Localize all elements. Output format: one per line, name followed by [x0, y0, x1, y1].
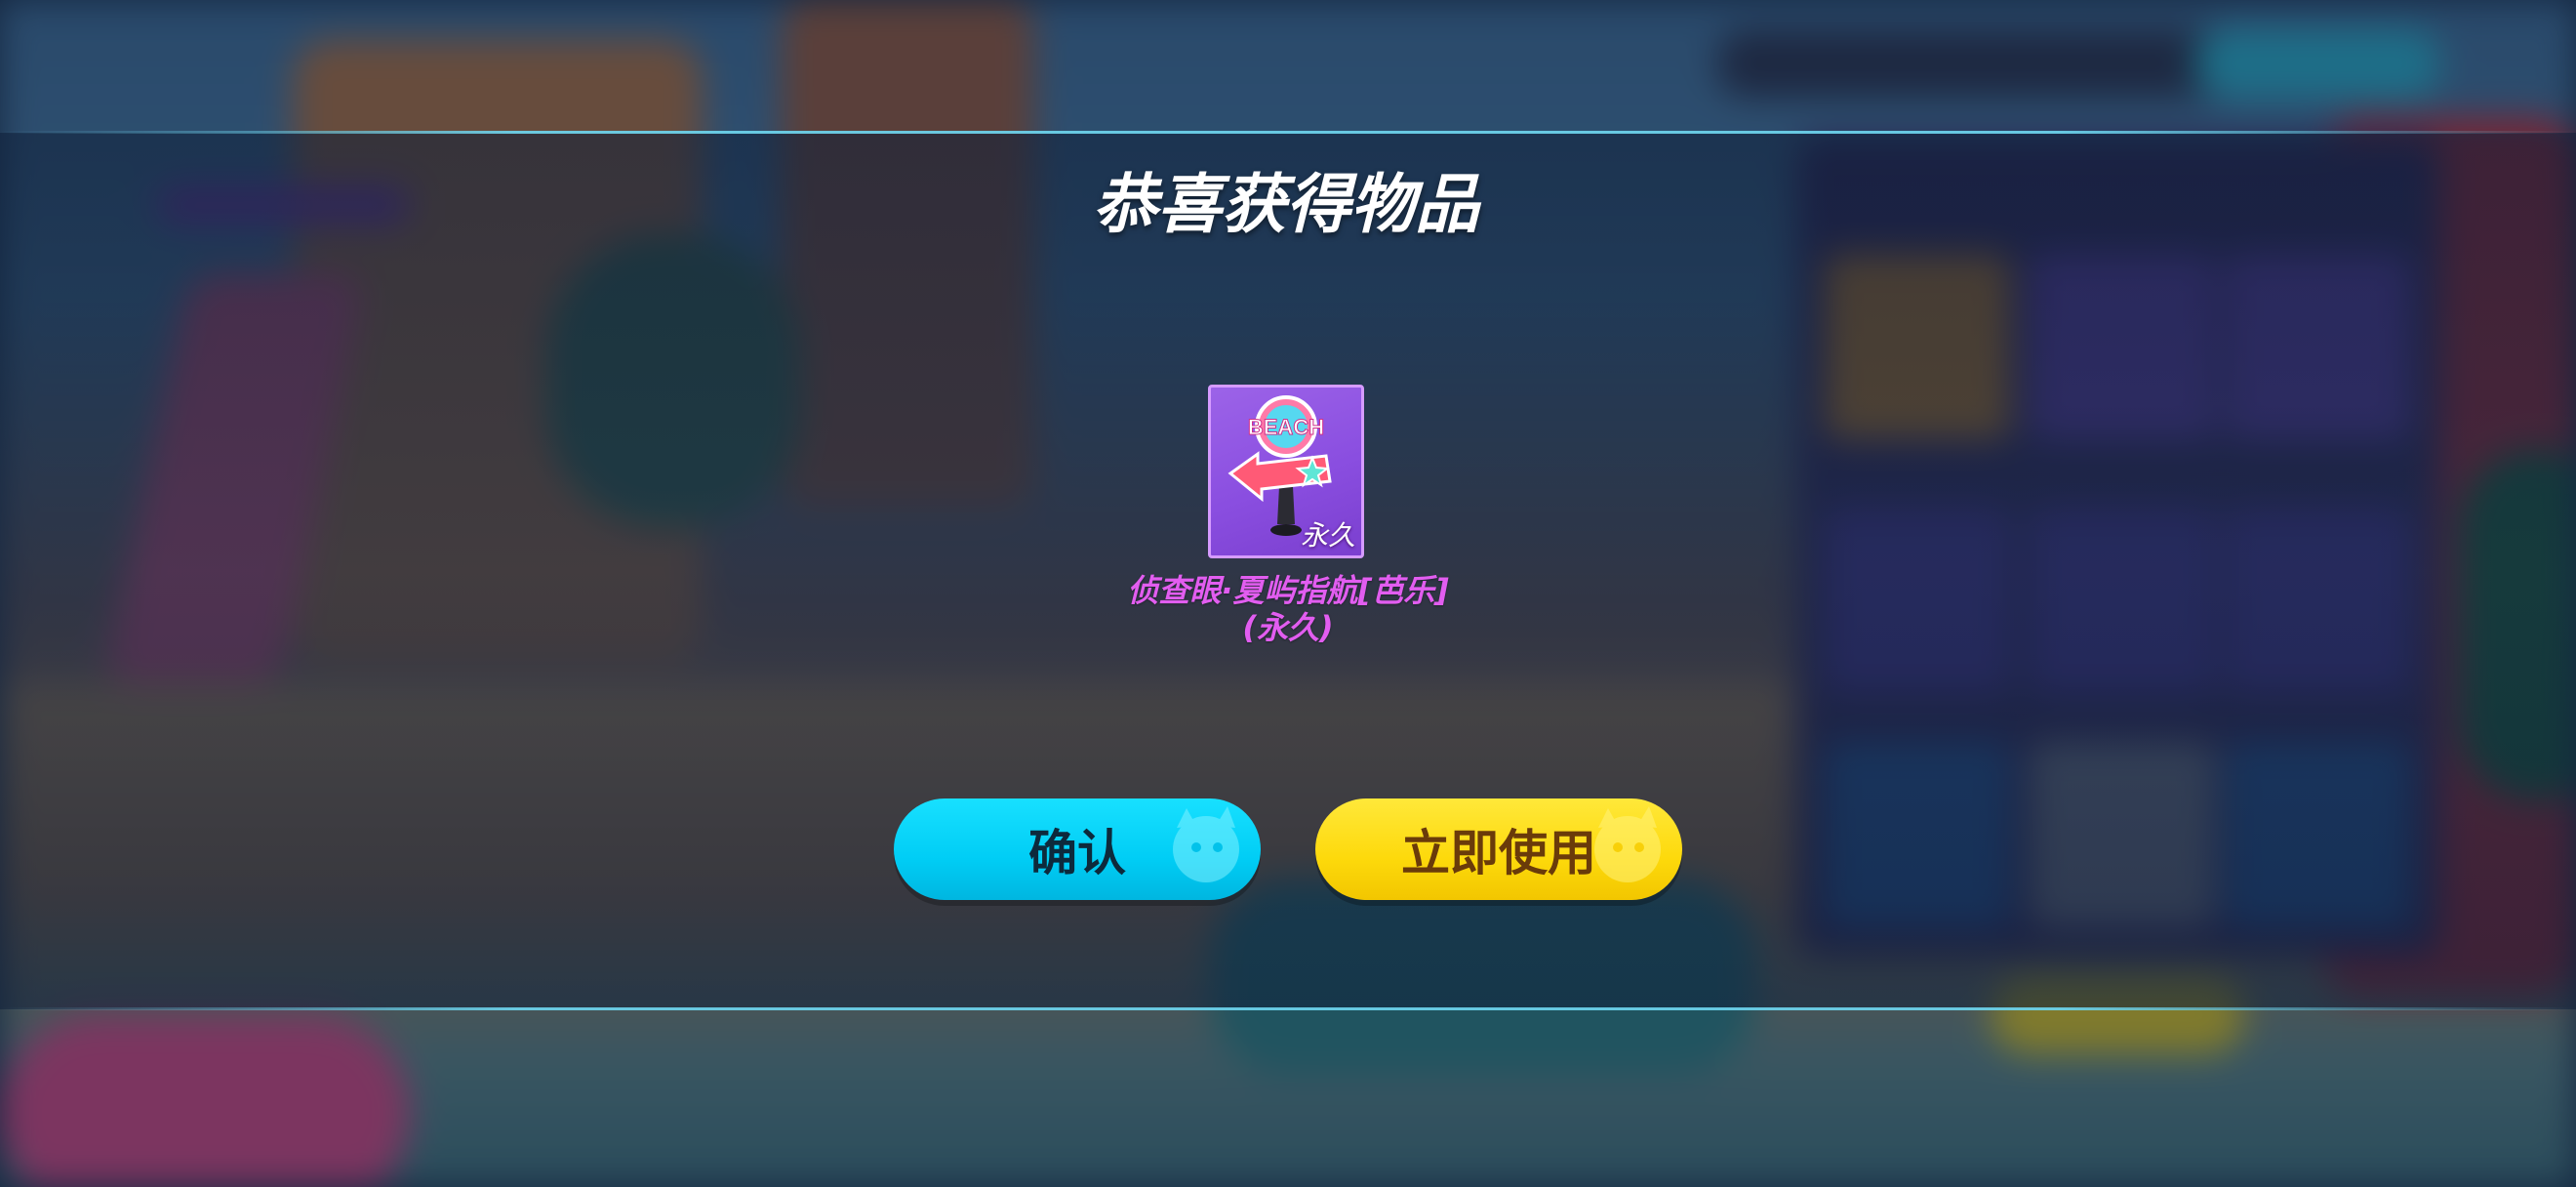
reward-dialog-band	[0, 133, 2576, 1009]
use-now-button[interactable]: 立即使用	[1315, 798, 1682, 900]
reward-item-name-line: 侦查眼·夏屿指航[芭乐]	[1127, 572, 1449, 609]
dialog-title: 恭喜获得物品	[1093, 167, 1479, 242]
beach-badge-text: BEACH	[1248, 415, 1324, 439]
band-top-border	[0, 131, 2576, 134]
use-now-button-label: 立即使用	[1401, 825, 1596, 881]
item-duration-badge: 永久	[1300, 519, 1355, 552]
confirm-button-label: 确认	[1028, 825, 1126, 881]
mascot-watermark-icon	[1173, 806, 1239, 882]
reward-item-duration-line: (永久)	[1242, 609, 1334, 646]
band-bottom-border	[0, 1007, 2576, 1010]
reward-item-name: 侦查眼·夏屿指航[芭乐] (永久)	[1093, 572, 1483, 646]
confirm-button[interactable]: 确认	[894, 798, 1261, 900]
reward-item-card[interactable]: BEACH 永久	[1208, 385, 1364, 558]
